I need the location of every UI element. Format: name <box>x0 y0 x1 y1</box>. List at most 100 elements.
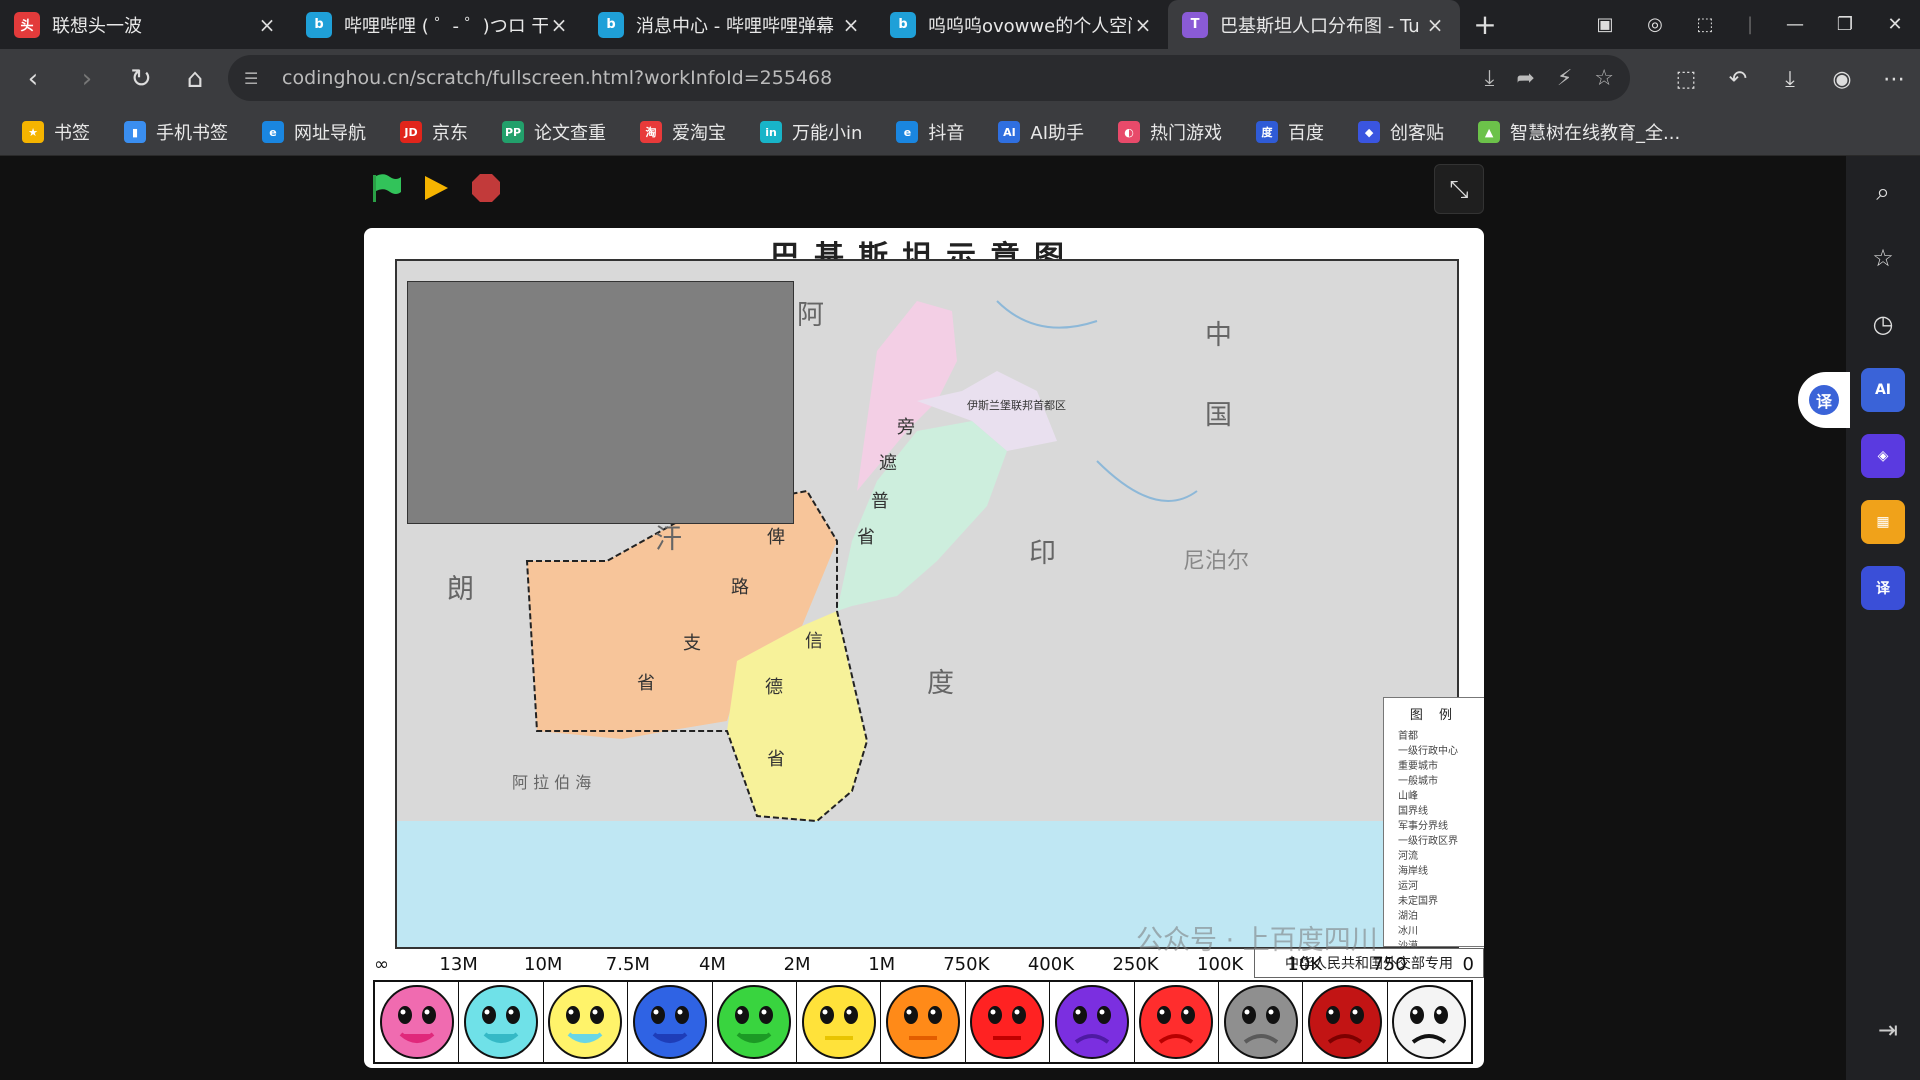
bookmark-0[interactable]: ★ 书签 <box>22 119 90 145</box>
bookmark-7[interactable]: e 抖音 <box>896 119 964 145</box>
scale-label: 4M <box>698 954 726 975</box>
bookmark-8[interactable]: AI AI助手 <box>998 119 1084 145</box>
address-bar[interactable]: ☰ codinghou.cn/scratch/fullscreen.html?w… <box>228 55 1630 101</box>
tab-title: 联想头一波 <box>52 15 142 37</box>
gray-face-icon <box>1223 985 1298 1059</box>
legend-item: 山峰 <box>1398 791 1418 802</box>
scale-label: 750K <box>943 954 990 975</box>
legend-item: 运河 <box>1398 881 1418 892</box>
bookmark-4[interactable]: PP 论文查重 <box>502 119 606 145</box>
tab-2[interactable]: b 消息中心 - 哔哩哔哩弹幕 × <box>584 0 876 49</box>
tab-4[interactable]: T 巴基斯坦人口分布图 - Tu × <box>1168 0 1460 49</box>
bookmark-icon: ◐ <box>1118 121 1141 143</box>
bookmark-label: 热门游戏 <box>1150 123 1223 144</box>
history-clock-icon[interactable]: ◷ <box>1861 302 1905 346</box>
smirk-face-icon <box>464 985 539 1059</box>
play-button[interactable] <box>420 172 452 204</box>
share-icon[interactable]: ➦ <box>1516 66 1534 91</box>
download-page-icon[interactable]: ⤓ <box>1485 66 1495 91</box>
bookmark-star-icon[interactable]: ☆ <box>1594 66 1614 91</box>
scratch-stage[interactable]: 巴基斯坦示意图 阿 富 汗 伊 朗 中 国 印 度 尼泊尔 俾 路 支 省 旁 … <box>364 228 1484 1068</box>
bookmark-icon: ▮ <box>124 121 146 143</box>
site-info-icon[interactable]: ☰ <box>244 69 270 88</box>
translate-icon[interactable]: 译 <box>1861 566 1905 610</box>
close-tab-icon[interactable]: × <box>1424 13 1446 37</box>
tab-strip: 头 联想头一波 × b 哔哩哔哩 ( ゜- ゜)つロ 干杯 × b 消息中心 -… <box>0 0 1920 49</box>
minimize-button[interactable]: — <box>1770 0 1820 49</box>
menu-icon[interactable]: ⋯ <box>1868 57 1920 101</box>
game-icon[interactable]: ◈ <box>1861 434 1905 478</box>
label-sindh-1: 信 <box>805 631 823 652</box>
close-tab-icon[interactable]: × <box>256 13 278 37</box>
label-china-1: 中 <box>1205 320 1232 351</box>
label-afghanistan-1: 阿 <box>797 300 824 331</box>
search-icon[interactable]: ⌕ <box>1861 170 1905 214</box>
legend-item: 冰川 <box>1398 926 1418 937</box>
home-button[interactable]: ⌂ <box>168 57 222 101</box>
legend-item: 湖泊 <box>1398 911 1418 922</box>
url-text[interactable]: codinghou.cn/scratch/fullscreen.html?wor… <box>282 67 832 89</box>
close-tab-icon[interactable]: × <box>1132 13 1154 37</box>
scale-label: 13M <box>439 954 478 975</box>
restore-button[interactable]: ❐ <box>1820 0 1870 49</box>
bookmark-icon: e <box>896 121 919 143</box>
lightning-icon[interactable]: ⚡ <box>1557 66 1572 91</box>
close-tab-icon[interactable]: × <box>840 13 862 37</box>
profile-avatar[interactable]: ◉ <box>1816 57 1868 101</box>
divider: | <box>1746 14 1754 35</box>
right-sidebar: ⌕ ☆ ◷ AI ◈ ▦ 译 <box>1846 156 1920 1080</box>
reload-button[interactable]: ↻ <box>114 57 168 101</box>
tab-favicon: 头 <box>14 11 40 38</box>
close-window-button[interactable]: ✕ <box>1870 0 1920 49</box>
back-button[interactable]: ‹ <box>6 57 60 101</box>
bookmark-11[interactable]: ◆ 创客贴 <box>1358 119 1444 145</box>
close-tab-icon[interactable]: × <box>548 13 570 37</box>
tab-counter-icon[interactable]: ▣ <box>1580 0 1630 49</box>
bookmark-label: 智慧树在线教育_全... <box>1510 123 1681 144</box>
tab-3[interactable]: b 呜呜呜ovowwe的个人空间 × <box>876 0 1168 49</box>
favorites-star-icon[interactable]: ☆ <box>1861 236 1905 280</box>
ai-icon[interactable]: AI <box>1861 368 1905 412</box>
scale-face-cell <box>543 982 629 1062</box>
scale-label: 7.5M <box>605 954 650 975</box>
extensions-icon[interactable]: ⬚ <box>1680 0 1730 49</box>
floating-translate-button[interactable]: 译 <box>1798 372 1850 428</box>
stop-button[interactable] <box>470 172 502 204</box>
scale-face-cell <box>1050 982 1135 1062</box>
bookmark-2[interactable]: e 网址导航 <box>262 119 366 145</box>
collapse-sidebar-icon[interactable]: ⇥ <box>1878 1016 1898 1044</box>
incognito-icon[interactable]: ◎ <box>1630 0 1680 49</box>
black-face-icon <box>1392 985 1467 1059</box>
bookmark-6[interactable]: in 万能小in <box>760 119 862 145</box>
angry-face-icon <box>886 985 961 1059</box>
population-scale-labels: ∞ 13M 10M 7.5M 4M 2M 1M 750K 400K 250K 100K 10K 750 0 <box>364 954 1484 980</box>
tab-favicon: T <box>1182 11 1208 38</box>
exit-fullscreen-button[interactable]: ⤡ <box>1434 164 1484 214</box>
bookmark-1[interactable]: ▮ 手机书签 <box>124 119 228 145</box>
new-tab-button[interactable]: + <box>1460 0 1510 49</box>
bookmark-icon: e <box>262 121 284 143</box>
bookmark-9[interactable]: ◐ 热门游戏 <box>1118 119 1222 145</box>
green-flag-button[interactable] <box>370 172 402 204</box>
tab-0[interactable]: 头 联想头一波 × <box>0 0 292 49</box>
window-controls: ▣ ◎ ⬚ | — ❐ ✕ <box>1580 0 1920 49</box>
tab-title: 消息中心 - 哔哩哔哩弹幕 <box>636 15 834 37</box>
label-punjab-2: 遮 <box>879 453 897 474</box>
bookmark-3[interactable]: JD 京东 <box>400 119 468 145</box>
downloads-icon[interactable]: ⤓ <box>1764 57 1816 101</box>
extension-puzzle-icon[interactable]: ⬚ <box>1660 57 1712 101</box>
bookmark-12[interactable]: ▲ 智慧树在线教育_全... <box>1478 119 1680 145</box>
bookmark-10[interactable]: 度百度 <box>1256 119 1324 145</box>
tab-title: 呜呜呜ovowwe的个人空间 <box>928 15 1132 37</box>
undo-icon[interactable]: ↶ <box>1712 57 1764 101</box>
legend-title: 图 例 <box>1409 708 1459 723</box>
scale-face-cell <box>1134 982 1219 1062</box>
tab-1[interactable]: b 哔哩哔哩 ( ゜- ゜)つロ 干杯 × <box>292 0 584 49</box>
bookmark-5[interactable]: 淘爱淘宝 <box>640 119 726 145</box>
bookmark-label: 书签 <box>54 123 90 144</box>
legend-item: 未定国界 <box>1398 896 1438 907</box>
toolbox-icon[interactable]: ▦ <box>1861 500 1905 544</box>
forward-button[interactable]: › <box>60 57 114 101</box>
label-india-2: 度 <box>927 668 954 699</box>
floating-translate-icon: 译 <box>1809 385 1839 415</box>
